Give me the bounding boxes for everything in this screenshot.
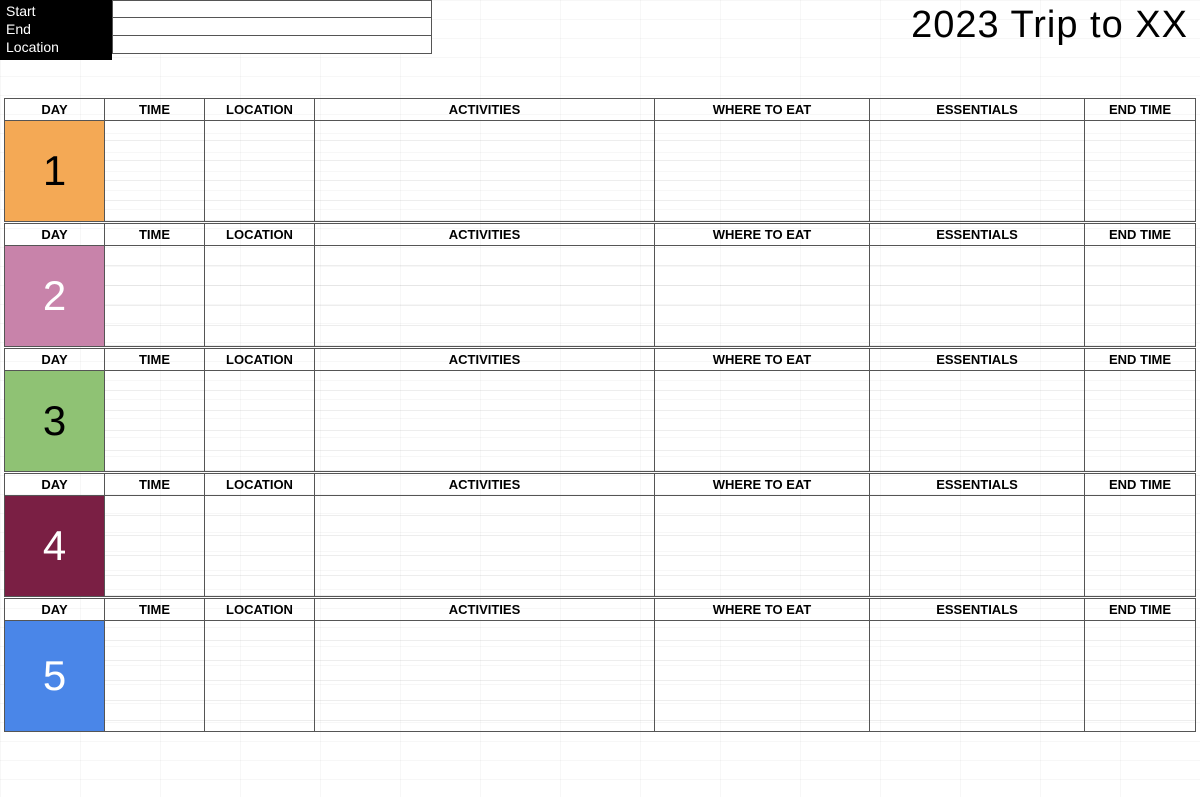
- col-header-essentials: ESSENTIALS: [870, 599, 1085, 620]
- col-header-end_time: END TIME: [1085, 224, 1195, 245]
- col-header-time: TIME: [105, 474, 205, 495]
- day-body-row: 4: [5, 496, 1195, 596]
- col-header-location: LOCATION: [205, 99, 315, 120]
- location-cell[interactable]: [205, 496, 315, 596]
- col-header-where_to_eat: WHERE TO EAT: [655, 349, 870, 370]
- activities-cell[interactable]: [315, 371, 655, 471]
- col-header-where_to_eat: WHERE TO EAT: [655, 599, 870, 620]
- time-cell[interactable]: [105, 121, 205, 221]
- activities-cell[interactable]: [315, 496, 655, 596]
- day-body-row: 2: [5, 246, 1195, 346]
- time-cell[interactable]: [105, 621, 205, 731]
- column-header-row: DAYTIMELOCATIONACTIVITIESWHERE TO EATESS…: [5, 224, 1195, 246]
- col-header-time: TIME: [105, 349, 205, 370]
- meta-label-start: Start: [6, 2, 105, 20]
- column-header-row: DAYTIMELOCATIONACTIVITIESWHERE TO EATESS…: [5, 349, 1195, 371]
- col-header-time: TIME: [105, 99, 205, 120]
- end-time-cell[interactable]: [1085, 496, 1195, 596]
- col-header-time: TIME: [105, 599, 205, 620]
- day-section-5: DAYTIMELOCATIONACTIVITIESWHERE TO EATESS…: [4, 598, 1196, 732]
- col-header-location: LOCATION: [205, 474, 315, 495]
- where-to-eat-cell[interactable]: [655, 496, 870, 596]
- day-number-cell: 3: [5, 371, 105, 471]
- col-header-end_time: END TIME: [1085, 349, 1195, 370]
- col-header-end_time: END TIME: [1085, 599, 1195, 620]
- col-header-where_to_eat: WHERE TO EAT: [655, 474, 870, 495]
- col-header-essentials: ESSENTIALS: [870, 474, 1085, 495]
- col-header-activities: ACTIVITIES: [315, 224, 655, 245]
- time-cell[interactable]: [105, 246, 205, 346]
- end-time-cell[interactable]: [1085, 621, 1195, 731]
- activities-cell[interactable]: [315, 246, 655, 346]
- location-cell[interactable]: [205, 621, 315, 731]
- day-section-2: DAYTIMELOCATIONACTIVITIESWHERE TO EATESS…: [4, 223, 1196, 347]
- essentials-cell[interactable]: [870, 121, 1085, 221]
- location-cell[interactable]: [205, 371, 315, 471]
- essentials-cell[interactable]: [870, 621, 1085, 731]
- day-section-3: DAYTIMELOCATIONACTIVITIESWHERE TO EATESS…: [4, 348, 1196, 472]
- day-body-row: 3: [5, 371, 1195, 471]
- col-header-location: LOCATION: [205, 224, 315, 245]
- col-header-activities: ACTIVITIES: [315, 474, 655, 495]
- col-header-time: TIME: [105, 224, 205, 245]
- column-header-row: DAYTIMELOCATIONACTIVITIESWHERE TO EATESS…: [5, 474, 1195, 496]
- col-header-day: DAY: [5, 224, 105, 245]
- day-body-row: 1: [5, 121, 1195, 221]
- col-header-end_time: END TIME: [1085, 474, 1195, 495]
- day-section-4: DAYTIMELOCATIONACTIVITIESWHERE TO EATESS…: [4, 473, 1196, 597]
- where-to-eat-cell[interactable]: [655, 246, 870, 346]
- col-header-day: DAY: [5, 99, 105, 120]
- day-number-cell: 4: [5, 496, 105, 596]
- col-header-location: LOCATION: [205, 599, 315, 620]
- end-time-cell[interactable]: [1085, 371, 1195, 471]
- day-section-1: DAYTIMELOCATIONACTIVITIESWHERE TO EATESS…: [4, 98, 1196, 222]
- trip-meta-block: Start End Location: [0, 0, 432, 60]
- end-time-cell[interactable]: [1085, 121, 1195, 221]
- where-to-eat-cell[interactable]: [655, 371, 870, 471]
- col-header-day: DAY: [5, 474, 105, 495]
- essentials-cell[interactable]: [870, 496, 1085, 596]
- column-header-row: DAYTIMELOCATIONACTIVITIESWHERE TO EATESS…: [5, 599, 1195, 621]
- col-header-activities: ACTIVITIES: [315, 349, 655, 370]
- col-header-essentials: ESSENTIALS: [870, 99, 1085, 120]
- column-header-row: DAYTIMELOCATIONACTIVITIESWHERE TO EATESS…: [5, 99, 1195, 121]
- col-header-day: DAY: [5, 349, 105, 370]
- where-to-eat-cell[interactable]: [655, 621, 870, 731]
- col-header-essentials: ESSENTIALS: [870, 349, 1085, 370]
- activities-cell[interactable]: [315, 121, 655, 221]
- essentials-cell[interactable]: [870, 246, 1085, 346]
- time-cell[interactable]: [105, 496, 205, 596]
- col-header-end_time: END TIME: [1085, 99, 1195, 120]
- col-header-where_to_eat: WHERE TO EAT: [655, 99, 870, 120]
- meta-input-location[interactable]: [112, 36, 432, 54]
- col-header-activities: ACTIVITIES: [315, 599, 655, 620]
- col-header-day: DAY: [5, 599, 105, 620]
- day-number-cell: 1: [5, 121, 105, 221]
- end-time-cell[interactable]: [1085, 246, 1195, 346]
- essentials-cell[interactable]: [870, 371, 1085, 471]
- col-header-location: LOCATION: [205, 349, 315, 370]
- meta-label-end: End: [6, 20, 105, 38]
- location-cell[interactable]: [205, 246, 315, 346]
- where-to-eat-cell[interactable]: [655, 121, 870, 221]
- page-title: 2023 Trip to XX: [911, 0, 1200, 47]
- time-cell[interactable]: [105, 371, 205, 471]
- meta-label-location: Location: [6, 38, 105, 56]
- meta-input-end[interactable]: [112, 18, 432, 36]
- col-header-activities: ACTIVITIES: [315, 99, 655, 120]
- day-number-cell: 2: [5, 246, 105, 346]
- day-number-cell: 5: [5, 621, 105, 731]
- day-body-row: 5: [5, 621, 1195, 731]
- col-header-where_to_eat: WHERE TO EAT: [655, 224, 870, 245]
- activities-cell[interactable]: [315, 621, 655, 731]
- meta-input-start[interactable]: [112, 0, 432, 18]
- location-cell[interactable]: [205, 121, 315, 221]
- col-header-essentials: ESSENTIALS: [870, 224, 1085, 245]
